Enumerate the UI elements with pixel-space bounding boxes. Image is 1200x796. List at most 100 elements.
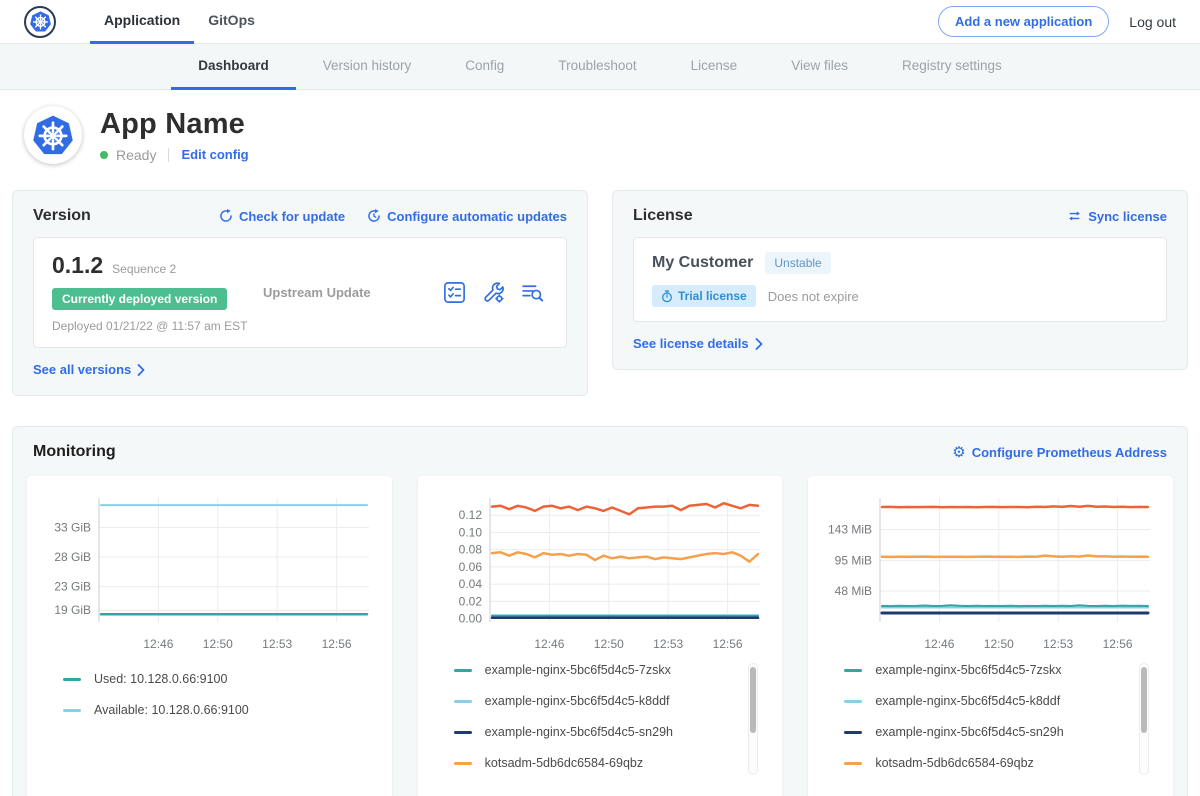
subnav-item-version-history[interactable]: Version history [296,44,439,90]
svg-text:0.00: 0.00 [458,612,482,626]
stopwatch-icon [661,290,673,303]
chart-card-memory-usage: 143 MiB95 MiB48 MiB12:4612:5012:5312:56e… [808,476,1173,796]
svg-text:12:53: 12:53 [1044,637,1074,649]
svg-text:0.12: 0.12 [458,508,482,522]
top-nav: ApplicationGitOps Add a new application … [0,0,1200,44]
deployed-badge: Currently deployed version [52,288,227,310]
add-application-button[interactable]: Add a new application [938,6,1109,37]
legend-swatch-icon [844,762,862,765]
charts-row: 33 GiB 28 GiB 23 GiB 19 GiB 12:46 12:50 12:53 1… [27,476,1173,796]
svg-text:12:56: 12:56 [322,637,352,651]
diff-logs-icon[interactable] [521,281,544,304]
subnav-item-registry-settings[interactable]: Registry settings [875,44,1029,90]
sync-arrows-icon [1067,209,1082,223]
legend-label: example-nginx-5bc6f5d4c5-sn29h [875,725,1063,739]
svg-text:12:50: 12:50 [984,637,1014,649]
subnav-item-view-files[interactable]: View files [764,44,875,90]
see-all-versions-link[interactable]: See all versions [33,362,145,377]
legend-scrollbar[interactable] [748,663,758,775]
chart-legend: example-nginx-5bc6f5d4c5-7zskx example-ng… [454,663,773,787]
legend-label: kotsadm-5db6dc6584-69qbz [485,756,643,770]
svg-text:33 GiB: 33 GiB [54,521,91,535]
topnav-tab-application[interactable]: Application [90,0,194,44]
svg-text:48 MiB: 48 MiB [835,584,872,598]
subnav-item-troubleshoot[interactable]: Troubleshoot [531,44,663,90]
legend-item: kotsadm-5db6dc6584-69qbz [844,756,1163,770]
channel-badge: Unstable [765,252,830,274]
app-sub-nav: DashboardVersion historyConfigTroublesho… [0,44,1200,90]
kubernetes-logo-icon [24,6,56,38]
legend-swatch-icon [63,709,81,712]
license-panel: License Sync license My Customer Unstabl… [612,190,1188,370]
svg-text:0.08: 0.08 [458,543,482,557]
status-dot-icon [100,151,108,159]
configure-prometheus-link[interactable]: ⚙ Configure Prometheus Address [952,445,1167,460]
chart-title: Disk Usage [37,787,382,796]
version-source: Upstream Update [257,285,443,300]
license-summary-card: My Customer Unstable Trial license Does … [633,237,1167,322]
legend-swatch-icon [454,762,472,765]
version-panel-title: Version [33,207,91,225]
legend-label: example-nginx-5bc6f5d4c5-7zskx [485,663,671,677]
legend-scrollbar-thumb[interactable] [750,667,756,733]
svg-text:12:50: 12:50 [203,637,233,651]
chart-legend: example-nginx-5bc6f5d4c5-7zskx example-ng… [844,663,1163,787]
chart-title: Memory Usage [818,787,1163,796]
divider [168,148,169,162]
legend-swatch-icon [844,700,862,703]
topnav-tabs: ApplicationGitOps [90,0,269,44]
chart-card-cpu-usage: 0.120.100.080.060.040.020.0012:4612:5012… [418,476,783,796]
legend-swatch-icon [454,731,472,734]
legend-swatch-icon [844,731,862,734]
check-for-update-link[interactable]: Check for update [219,209,345,224]
logout-button[interactable]: Log out [1129,14,1176,30]
chart-card-disk-usage: 33 GiB28 GiB23 GiB19 GiB12:4612:5012:531… [27,476,392,796]
version-number: 0.1.2 [52,252,103,279]
release-notes-icon[interactable] [443,281,466,304]
svg-text:143 MiB: 143 MiB [828,523,872,537]
svg-text:0.04: 0.04 [458,577,482,591]
version-sequence: Sequence 2 [112,262,176,276]
configure-automatic-updates-link[interactable]: Configure automatic updates [367,209,567,224]
svg-text:0.06: 0.06 [458,560,482,574]
svg-text:23 GiB: 23 GiB [54,580,91,594]
legend-label: example-nginx-5bc6f5d4c5-sn29h [485,725,673,739]
app-title: App Name [100,108,249,141]
svg-text:28 GiB: 28 GiB [54,550,91,564]
subnav-item-config[interactable]: Config [438,44,531,90]
chevron-right-icon [755,338,763,350]
svg-text:12:46: 12:46 [925,637,955,649]
svg-text:12:50: 12:50 [593,637,623,649]
customer-name: My Customer [652,254,753,272]
monitoring-panel: Monitoring ⚙ Configure Prometheus Addres… [12,426,1188,796]
legend-label: Available: 10.128.0.66:9100 [94,703,249,717]
see-license-details-link[interactable]: See license details [633,336,763,351]
svg-text:19 GiB: 19 GiB [54,603,91,617]
clock-refresh-icon [367,209,381,223]
svg-text:0.02: 0.02 [458,594,482,608]
legend-scrollbar-thumb[interactable] [1141,667,1147,733]
legend-label: example-nginx-5bc6f5d4c5-7zskx [875,663,1061,677]
topnav-tab-gitops[interactable]: GitOps [194,0,269,44]
legend-swatch-icon [844,669,862,672]
subnav-item-license[interactable]: License [664,44,765,90]
legend-scrollbar[interactable] [1139,663,1149,775]
sync-license-link[interactable]: Sync license [1067,209,1167,224]
chart-title: CPU Usage [428,787,773,796]
config-wrench-icon[interactable] [482,281,505,304]
license-panel-title: License [633,207,693,225]
svg-text:0.10: 0.10 [458,525,482,539]
legend-label: kotsadm-5db6dc6584-69qbz [875,756,1033,770]
svg-text:95 MiB: 95 MiB [835,554,872,568]
chevron-right-icon [137,364,145,376]
subnav-item-dashboard[interactable]: Dashboard [171,44,296,90]
edit-config-link[interactable]: Edit config [181,147,248,162]
legend-item: example-nginx-5bc6f5d4c5-7zskx [844,663,1163,677]
version-panel: Version Check for update Configure au [12,190,588,396]
legend-label: Used: 10.128.0.66:9100 [94,672,227,686]
svg-text:12:56: 12:56 [712,637,742,649]
chart-plot-memory-usage: 143 MiB95 MiB48 MiB12:4612:5012:5312:56 [818,488,1160,649]
legend-item: example-nginx-5bc6f5d4c5-k8ddf [454,694,773,708]
trial-license-badge: Trial license [652,285,756,307]
legend-item: kotsadm-5db6dc6584-69qbz [454,756,773,770]
